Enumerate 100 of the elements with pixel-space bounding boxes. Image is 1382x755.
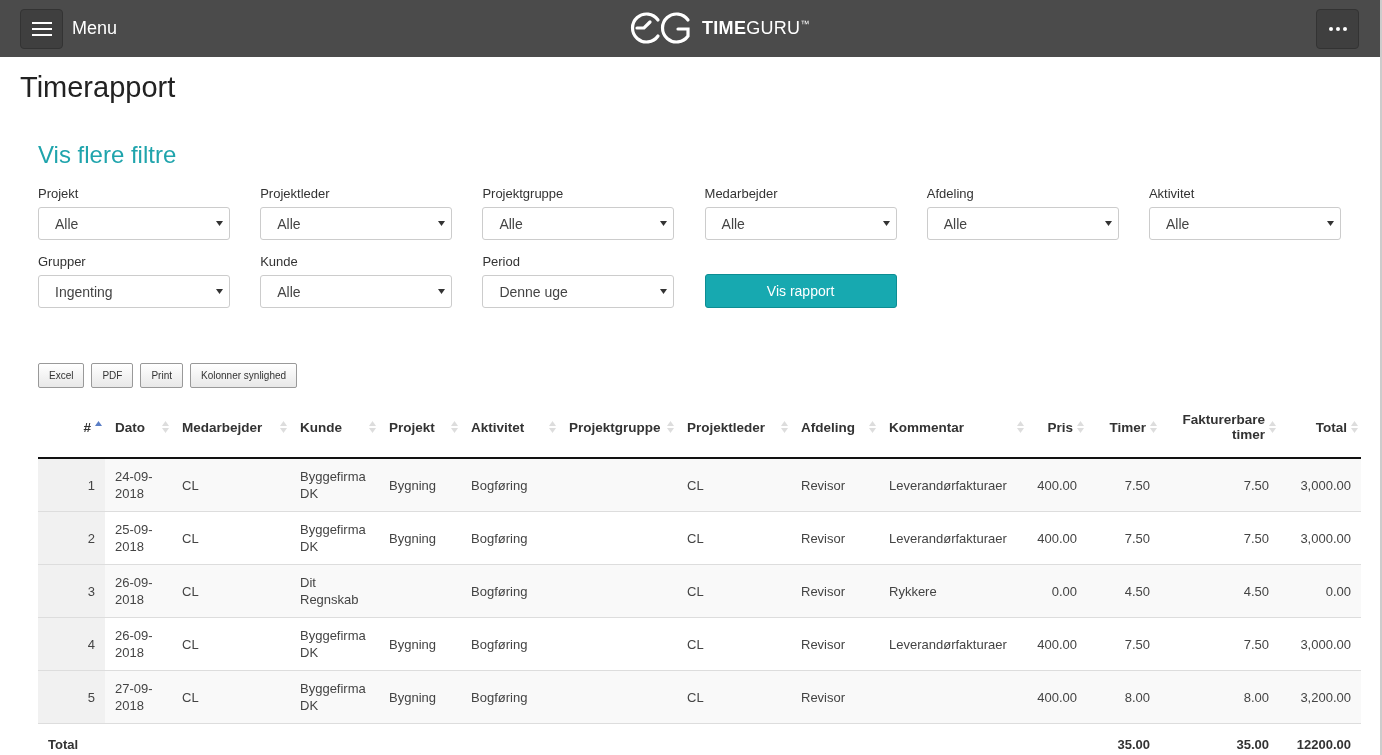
table-cell: Byggefirma DK (300, 628, 366, 660)
logo-text: TIMEGURU$^{™}$ (702, 17, 810, 39)
table-cell: Bygning (389, 530, 436, 546)
caret-icon (660, 221, 668, 226)
table-cell: 2 (87, 530, 95, 546)
filter-label: Projekt (38, 186, 80, 201)
table-cell: Dit Regnskab (300, 575, 359, 607)
table-cell: Leverandørfakturaer (889, 477, 1007, 493)
table-cell: 7.50 (1124, 477, 1150, 493)
table-cell: 400.00 (1037, 636, 1077, 652)
filter-label: Grupper (38, 254, 87, 269)
filter-dropdown[interactable]: Alle (38, 207, 230, 240)
total-value: 35.00 (1117, 736, 1150, 752)
export-button[interactable]: Excel (38, 363, 85, 388)
table-cell: Revisor (801, 689, 846, 705)
table-cell: Bogføring (471, 583, 528, 599)
table-cell: 25-09-2018 (115, 522, 153, 554)
table-cell: 4.50 (1243, 583, 1269, 599)
table-cell: 3,000.00 (1300, 636, 1351, 652)
table-cell: 8.00 (1124, 689, 1150, 705)
table-cell: Bygning (389, 477, 436, 493)
total-value: 12200.00 (1296, 736, 1351, 752)
table-cell: 4 (87, 636, 95, 652)
table-cell: 7.50 (1243, 636, 1269, 652)
caret-icon (1326, 221, 1334, 226)
table-cell: 400.00 (1037, 530, 1077, 546)
filter-dropdown[interactable]: Alle (1148, 207, 1341, 240)
table-cell: Bogføring (471, 689, 528, 705)
table-cell: Leverandørfakturaer (889, 530, 1007, 546)
table-cell: Rykkere (889, 583, 937, 599)
table-cell: 26-09-2018 (115, 575, 153, 607)
filter-label: Projektleder (260, 186, 331, 201)
filter-dropdown[interactable]: Alle (704, 207, 897, 240)
table-cell: CL (687, 477, 704, 493)
filter-label: Period (482, 254, 521, 269)
filter-dropdown[interactable]: Denne uge (482, 275, 675, 308)
table-cell: 5 (87, 689, 95, 705)
table-cell: Revisor (801, 477, 846, 493)
table-cell: 7.50 (1124, 636, 1150, 652)
menu-label[interactable]: Menu (72, 18, 118, 39)
table-cell: Leverandørfakturaer (889, 636, 1007, 652)
table-cell: Revisor (801, 530, 846, 546)
table-cell: 4.50 (1124, 583, 1150, 599)
table-cell: 3,200.00 (1300, 689, 1351, 705)
table-cell: CL (182, 636, 199, 652)
filter-label: Aktivitet (1148, 186, 1196, 201)
table-cell: 3,000.00 (1300, 530, 1351, 546)
total-label: Total (48, 736, 79, 752)
table-cell: CL (687, 636, 704, 652)
caret-icon (1104, 221, 1112, 226)
caret-icon (660, 289, 668, 294)
table-cell: CL (687, 530, 704, 546)
table-cell: Bogføring (471, 636, 528, 652)
menu-icon (31, 20, 52, 37)
table-cell: Byggefirma DK (300, 681, 366, 713)
caret-icon (438, 289, 446, 294)
table-cell: Bogføring (471, 530, 528, 546)
caret-icon (438, 221, 446, 226)
table-cell: 3 (87, 583, 95, 599)
filter-label: Projektgruppe (482, 186, 565, 201)
filter-dropdown[interactable]: Ingenting (38, 275, 230, 308)
table-cell: 7.50 (1124, 530, 1150, 546)
table-cell: CL (182, 583, 199, 599)
table-cell: 8.00 (1243, 689, 1269, 705)
export-button[interactable]: PDF (91, 363, 134, 388)
table-cell: CL (182, 689, 199, 705)
caret-icon (882, 221, 890, 226)
table-cell: 400.00 (1037, 689, 1077, 705)
table-cell: 27-09-2018 (115, 681, 153, 713)
menu-button[interactable] (20, 8, 63, 49)
table-cell: 7.50 (1243, 477, 1269, 493)
table-cell: CL (687, 689, 704, 705)
table-cell: Byggefirma DK (300, 469, 366, 501)
filter-dropdown[interactable]: Alle (260, 207, 453, 240)
table-cell: 26-09-2018 (115, 628, 153, 660)
table-cell: 0.00 (1051, 583, 1077, 599)
table-cell: CL (687, 583, 704, 599)
filter-dropdown[interactable]: Alle (482, 207, 675, 240)
filter-dropdown[interactable]: Alle (260, 275, 453, 308)
table-cell: Revisor (801, 583, 846, 599)
filter-label: Medarbejder (704, 186, 779, 201)
caret-icon (216, 289, 223, 294)
table-cell: CL (182, 530, 199, 546)
table-cell: 400.00 (1037, 477, 1077, 493)
table-cell: Revisor (801, 636, 846, 652)
filter-label: Kunde (260, 254, 299, 269)
filter-dropdown[interactable]: Alle (926, 207, 1119, 240)
table-cell: 1 (87, 477, 95, 493)
more-icon (1328, 26, 1347, 31)
table-cell: Bogføring (471, 477, 528, 493)
table-cell: 24-09-2018 (115, 469, 153, 501)
table-cell: Byggefirma DK (300, 522, 366, 554)
more-button[interactable] (1316, 8, 1359, 49)
table-cell: 3,000.00 (1300, 477, 1351, 493)
export-button[interactable]: Kolonner synlighed (190, 363, 298, 388)
total-value: 35.00 (1236, 736, 1269, 752)
table-cell: CL (182, 477, 199, 493)
export-button[interactable]: Print (140, 363, 183, 388)
filter-label: Afdeling (926, 186, 975, 201)
page-title: Timerapport (20, 70, 177, 105)
